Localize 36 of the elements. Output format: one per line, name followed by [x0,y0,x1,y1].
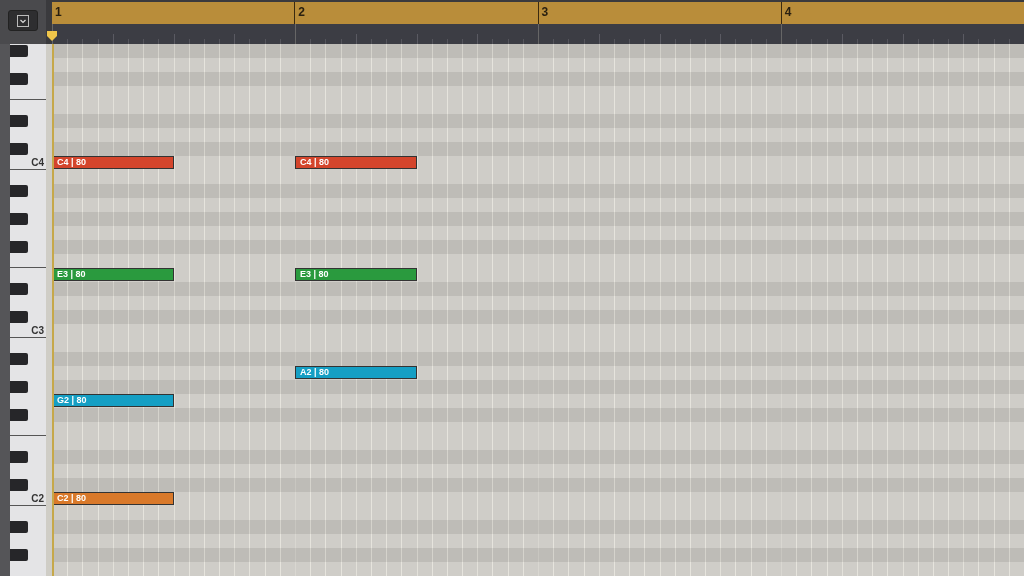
sharp-key[interactable] [10,185,28,197]
midi-note[interactable]: C4 | 80 [52,156,174,169]
sharp-key[interactable] [10,283,28,295]
playhead-icon[interactable] [46,30,58,42]
midi-note[interactable]: A2 | 80 [295,366,417,379]
sharp-key[interactable] [10,479,28,491]
bar-number: 2 [298,5,305,19]
octave-label: C4 [31,156,44,170]
octave-label: C3 [31,324,44,338]
sharp-key[interactable] [10,115,28,127]
sharp-key[interactable] [10,143,28,155]
octave-label: C2 [31,492,44,506]
midi-note[interactable]: C2 | 80 [52,492,174,505]
bar-ruler[interactable]: 1 2 3 4 [52,2,1024,24]
sharp-key[interactable] [10,241,28,253]
midi-note[interactable]: G2 | 80 [52,394,174,407]
midi-note[interactable]: C4 | 80 [295,156,417,169]
dropdown-button[interactable] [8,10,38,31]
sharp-key[interactable] [10,549,28,561]
midi-note[interactable]: E3 | 80 [52,268,174,281]
sharp-key[interactable] [10,451,28,463]
sharp-key[interactable] [10,521,28,533]
sharp-key[interactable] [10,311,28,323]
sharp-key[interactable] [10,73,28,85]
sharp-key[interactable] [10,45,28,57]
sharp-key[interactable] [10,213,28,225]
sharp-key[interactable] [10,381,28,393]
bar-number: 1 [55,5,62,19]
piano-keyboard[interactable]: C4 C3 C2 [10,44,52,576]
note-grid[interactable]: C4 | 80 C4 | 80 E3 | 80 E3 | 80 A2 | 80 G2 | 80 C2 | 80 [52,44,1024,576]
sharp-key[interactable] [10,353,28,365]
bar-number: 3 [541,5,549,19]
bar-number: 4 [784,5,792,19]
dropdown-icon [17,14,29,27]
sharp-key[interactable] [10,409,28,421]
midi-note[interactable]: E3 | 80 [295,268,417,281]
